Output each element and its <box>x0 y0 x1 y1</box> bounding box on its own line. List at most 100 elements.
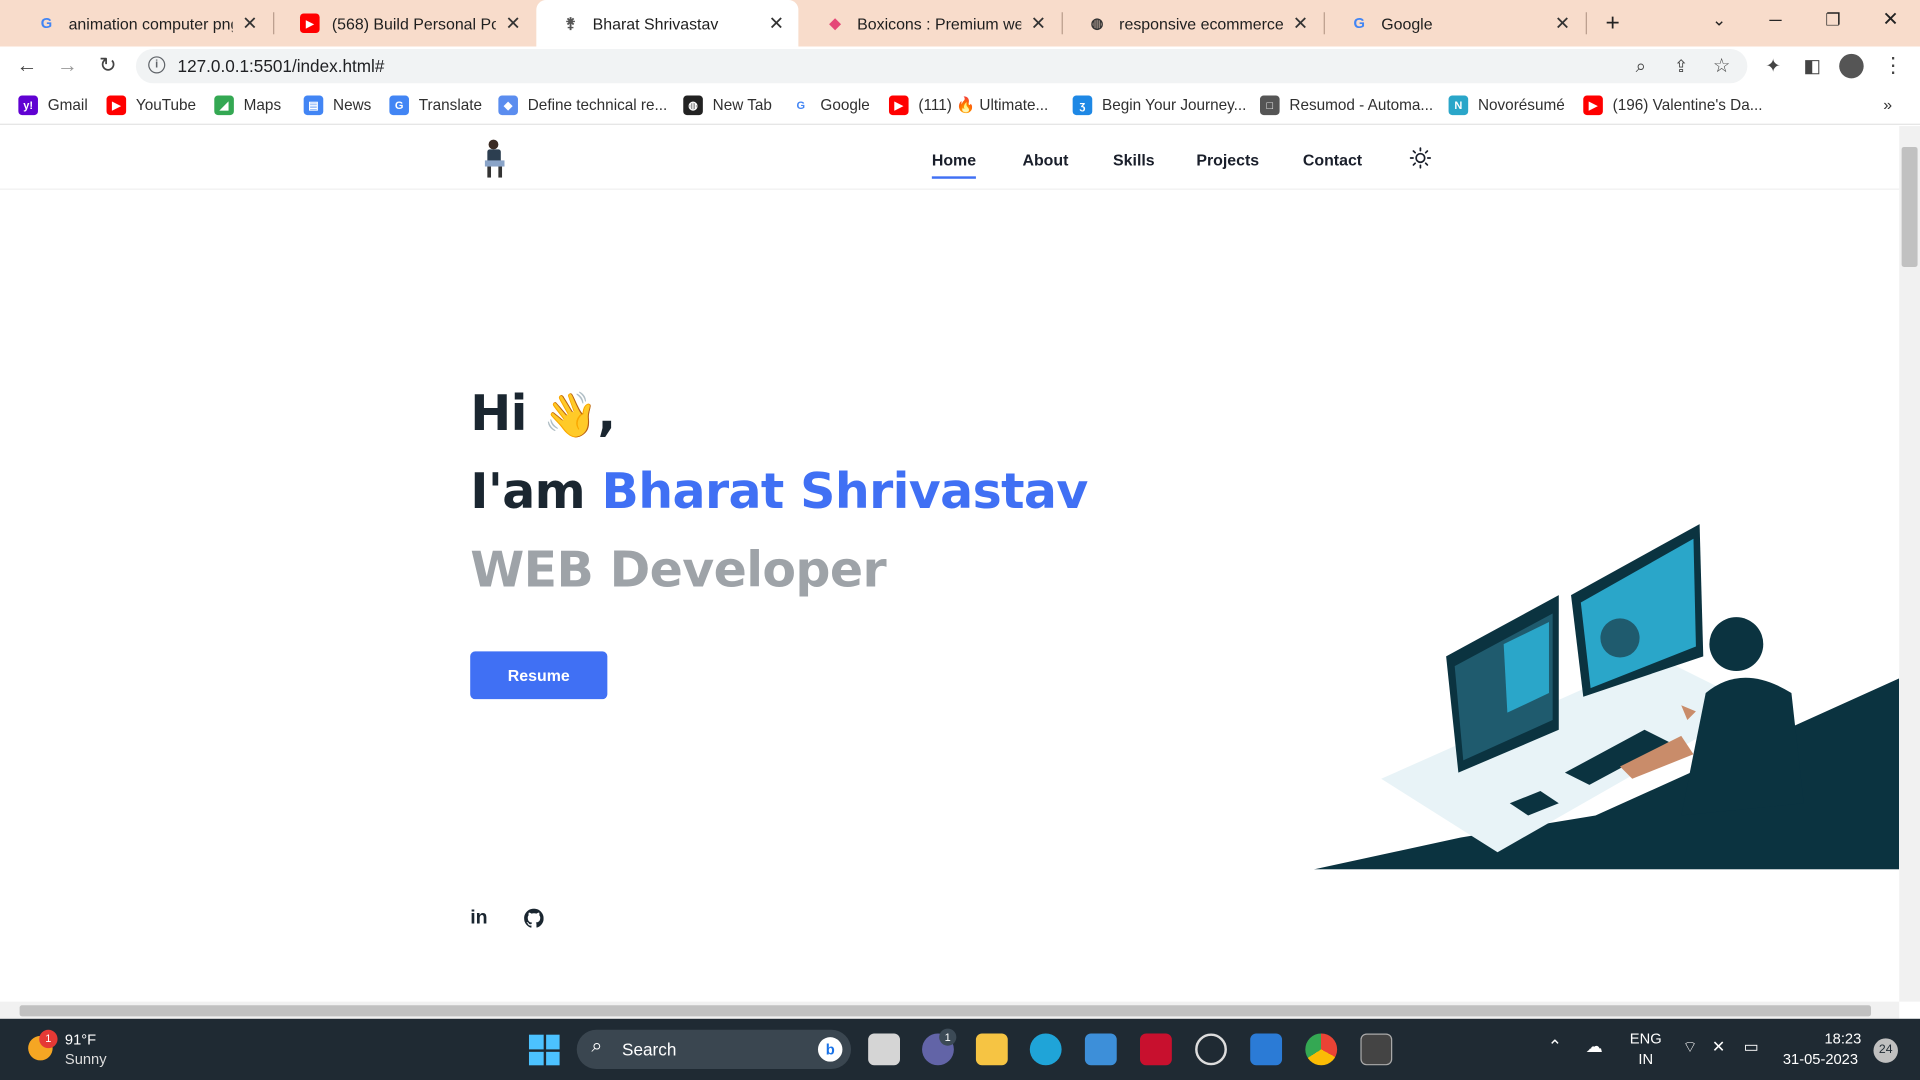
clock-time[interactable]: 18:23 <box>1824 1030 1861 1047</box>
tab-separator <box>273 12 275 35</box>
edge-icon[interactable] <box>1029 1033 1062 1066</box>
language-code[interactable]: ENG <box>1630 1030 1662 1047</box>
tab-1[interactable]: ▶ (568) Build Personal Portfoli ✕ <box>276 0 536 47</box>
tab-2-active[interactable]: ⚵ Bharat Shrivastav ✕ <box>536 0 799 47</box>
bookmark-label: New Tab <box>712 96 772 114</box>
google-favicon-icon: G <box>40 14 53 32</box>
site-favicon-icon: ⚵ <box>565 14 576 32</box>
bookmark-item[interactable]: N Novorésumé <box>1448 95 1565 116</box>
task-view-icon[interactable] <box>868 1033 901 1066</box>
nav-contact[interactable]: Contact <box>1303 151 1362 169</box>
close-tab-icon[interactable]: ✕ <box>767 12 787 34</box>
search-label: Search <box>622 1039 677 1060</box>
vscode-icon[interactable] <box>1250 1033 1283 1066</box>
tab-strip: G animation computer png - ✕ ▶ (568) Bui… <box>0 0 1920 47</box>
bookmark-item[interactable]: ▶ YouTube <box>106 95 196 116</box>
browser-toolbar: ← → ↻ i 127.0.0.1:5501/index.html# ⌕ ⇪ ☆… <box>0 46 1920 86</box>
nav-skills[interactable]: Skills <box>1113 151 1155 169</box>
bing-icon[interactable]: b <box>817 1037 843 1062</box>
search-icon: ⌕ <box>591 1035 603 1057</box>
bookmark-item[interactable]: ◍ New Tab <box>683 95 772 116</box>
bookmark-item[interactable]: □ Resumod - Automa... <box>1260 95 1434 116</box>
menu-kebab-icon[interactable]: ⋮ <box>1878 51 1907 80</box>
side-panel-icon[interactable]: ◧ <box>1798 51 1827 80</box>
back-icon[interactable]: ← <box>12 51 41 80</box>
close-tab-icon[interactable]: ✕ <box>1553 12 1573 34</box>
linkedin-icon[interactable]: in <box>470 907 487 929</box>
clock-date[interactable]: 31-05-2023 <box>1783 1051 1858 1068</box>
chrome-icon[interactable] <box>1305 1033 1338 1066</box>
file-explorer-icon[interactable] <box>975 1033 1008 1066</box>
bookmark-item[interactable]: ◆ Define technical re... <box>498 95 667 116</box>
bookmark-item[interactable]: ʒ Begin Your Journey... <box>1072 95 1246 116</box>
address-bar[interactable]: i 127.0.0.1:5501/index.html# ⌕ ⇪ ☆ <box>135 48 1748 84</box>
close-tab-icon[interactable]: ✕ <box>240 12 260 34</box>
logo-avatar-icon[interactable] <box>480 136 509 180</box>
restore-icon[interactable]: ❐ <box>1805 0 1861 39</box>
bookmark-favicon-icon: ʒ <box>1072 95 1093 116</box>
mcafee-icon[interactable] <box>1140 1033 1172 1066</box>
bookmark-label: (196) Valentine's Da... <box>1612 96 1763 114</box>
close-tab-icon[interactable]: ✕ <box>503 12 523 34</box>
tab-4[interactable]: ◍ responsive ecommerce wel ✕ <box>1063 0 1323 47</box>
chevron-up-icon[interactable]: ⌃ <box>1548 1036 1562 1057</box>
close-tab-icon[interactable]: ✕ <box>1029 12 1049 34</box>
bookmark-item[interactable]: ▤ News <box>303 95 371 116</box>
nav-projects[interactable]: Projects <box>1196 151 1259 169</box>
bookmark-favicon-icon: G <box>389 95 409 116</box>
taskbar-search[interactable]: ⌕ Search b <box>576 1029 852 1069</box>
bookmark-label: Resumod - Automa... <box>1289 96 1434 114</box>
resume-button[interactable]: Resume <box>470 651 608 700</box>
weather-desc[interactable]: Sunny <box>65 1051 107 1068</box>
onedrive-icon[interactable]: ☁ <box>1586 1036 1603 1057</box>
nav-about[interactable]: About <box>1022 151 1068 169</box>
vertical-scroll-thumb[interactable] <box>1901 146 1918 267</box>
tab-search-chevron-icon[interactable]: ⌄ <box>1691 0 1747 39</box>
battery-icon[interactable]: ▭ <box>1744 1037 1759 1057</box>
sun-theme-toggle-icon[interactable] <box>1409 147 1432 169</box>
share-icon[interactable]: ⇪ <box>1667 51 1696 80</box>
site-info-icon[interactable]: i <box>148 56 166 74</box>
bookmark-item[interactable]: ▶ (196) Valentine's Da... <box>1583 95 1763 116</box>
more-bookmarks-icon[interactable]: » <box>1883 96 1892 114</box>
forward-icon[interactable]: → <box>53 51 82 80</box>
dell-icon[interactable] <box>1195 1033 1227 1066</box>
bookmark-favicon-icon: ◆ <box>498 95 518 116</box>
bookmark-item[interactable]: G Translate <box>389 95 482 116</box>
extensions-icon[interactable]: ✦ <box>1758 51 1787 80</box>
intro-line: I'am Bharat Shrivastav <box>470 464 1089 521</box>
developer-name: Bharat Shrivastav <box>601 464 1089 521</box>
wifi-icon[interactable]: ⌔ <box>1682 1037 1697 1057</box>
tab-0[interactable]: G animation computer png - ✕ <box>12 0 272 47</box>
notification-count[interactable]: 24 <box>1873 1038 1898 1063</box>
url-text[interactable]: 127.0.0.1:5501/index.html# <box>178 56 385 76</box>
bookmark-favicon-icon: ◢ <box>214 95 234 116</box>
bookmark-star-icon[interactable]: ☆ <box>1707 51 1736 80</box>
tab-title: (568) Build Personal Portfoli <box>331 14 496 33</box>
horizontal-scroll-thumb[interactable] <box>19 1005 1872 1017</box>
bookmark-item[interactable]: y! Gmail <box>18 95 88 116</box>
reload-icon[interactable]: ↻ <box>93 51 122 80</box>
windows-start-icon[interactable] <box>528 1034 560 1066</box>
new-tab-icon[interactable]: + <box>1584 4 1640 43</box>
minimize-icon[interactable]: ─ <box>1747 0 1803 39</box>
tab-5[interactable]: G Google ✕ <box>1325 0 1585 47</box>
bookmark-item[interactable]: G Google <box>791 95 870 116</box>
terminal-icon[interactable] <box>1360 1033 1393 1066</box>
speaker-muted-icon[interactable]: ✕ <box>1712 1037 1725 1057</box>
developer-illustration <box>1313 524 1900 870</box>
region-code[interactable]: IN <box>1638 1051 1653 1068</box>
bookmark-item[interactable]: ▶ (111) 🔥 Ultimate... <box>888 95 1048 116</box>
tab-title: Bharat Shrivastav <box>592 14 719 33</box>
profile-avatar[interactable] <box>1837 51 1866 80</box>
iam-text: I'am <box>470 464 586 521</box>
bookmark-item[interactable]: ◢ Maps <box>214 95 281 116</box>
close-tab-icon[interactable]: ✕ <box>1291 12 1311 34</box>
tab-3[interactable]: ◆ Boxicons : Premium web fri ✕ <box>801 0 1061 47</box>
github-icon[interactable] <box>524 908 544 929</box>
weather-temp[interactable]: 91°F <box>65 1031 96 1048</box>
zoom-icon[interactable]: ⌕ <box>1626 51 1655 80</box>
close-window-icon[interactable]: ✕ <box>1862 0 1918 39</box>
nav-home[interactable]: Home <box>931 151 977 179</box>
ms-store-icon[interactable] <box>1084 1033 1117 1066</box>
